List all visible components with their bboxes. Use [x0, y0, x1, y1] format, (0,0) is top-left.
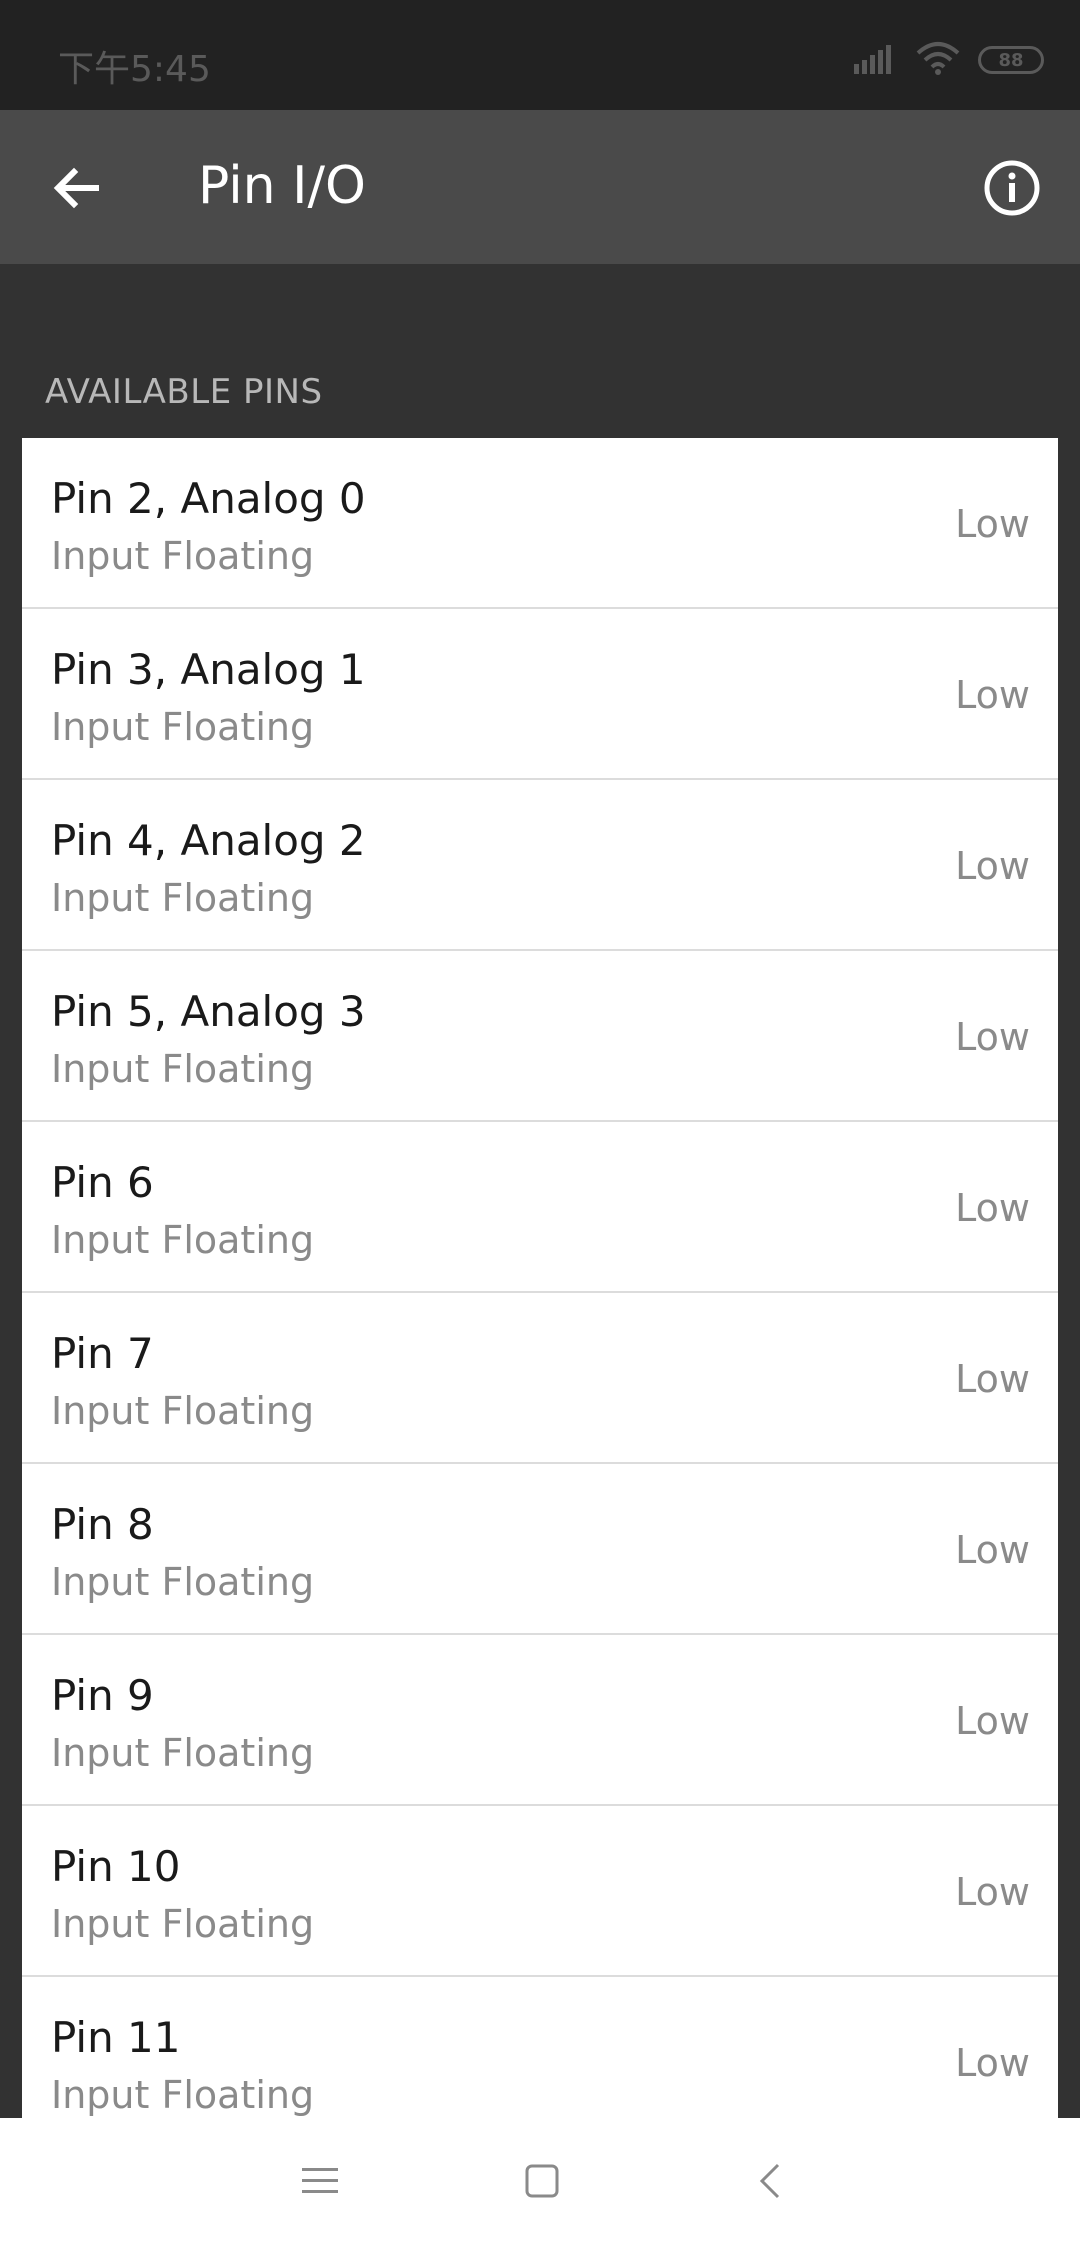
pin-state: Low: [955, 1186, 1030, 1230]
pin-list-item[interactable]: Pin 3, Analog 1 Input Floating Low: [22, 609, 1058, 780]
pin-list-item[interactable]: Pin 10 Input Floating Low: [22, 1806, 1058, 1977]
pin-state: Low: [955, 673, 1030, 717]
pin-title: Pin 7: [51, 1329, 154, 1378]
pin-list-item[interactable]: Pin 4, Analog 2 Input Floating Low: [22, 780, 1058, 951]
arrow-back-icon: [48, 160, 104, 220]
pin-state: Low: [955, 502, 1030, 546]
pin-state: Low: [955, 1015, 1030, 1059]
pin-mode: Input Floating: [51, 1731, 315, 1775]
pin-mode: Input Floating: [51, 1218, 315, 1262]
pin-title: Pin 2, Analog 0: [51, 474, 366, 523]
page-title: Pin I/O: [198, 156, 366, 216]
pin-mode: Input Floating: [51, 534, 315, 578]
pin-mode: Input Floating: [51, 876, 315, 920]
app-bar: Pin I/O: [0, 110, 1080, 264]
pin-state: Low: [955, 1870, 1030, 1914]
navigation-bar: [0, 2118, 1080, 2248]
pin-title: Pin 3, Analog 1: [51, 645, 366, 694]
info-icon: [982, 158, 1042, 222]
pin-list-item[interactable]: Pin 2, Analog 0 Input Floating Low: [22, 438, 1058, 609]
pin-list-item[interactable]: Pin 7 Input Floating Low: [22, 1293, 1058, 1464]
pin-title: Pin 11: [51, 2013, 181, 2062]
status-icons: 88: [854, 42, 1044, 78]
home-icon: [525, 2164, 559, 2202]
pin-mode: Input Floating: [51, 1389, 315, 1433]
menu-button[interactable]: [280, 2148, 360, 2218]
pin-state: Low: [955, 1699, 1030, 1743]
pin-state: Low: [955, 844, 1030, 888]
pin-title: Pin 10: [51, 1842, 181, 1891]
pin-title: Pin 6: [51, 1158, 154, 1207]
battery-icon: 88: [978, 46, 1044, 74]
pin-state: Low: [955, 1528, 1030, 1572]
info-button[interactable]: [972, 150, 1052, 230]
pin-list-item[interactable]: Pin 9 Input Floating Low: [22, 1635, 1058, 1806]
pin-title: Pin 9: [51, 1671, 154, 1720]
system-back-button[interactable]: [730, 2148, 810, 2218]
pin-state: Low: [955, 2041, 1030, 2085]
pin-title: Pin 4, Analog 2: [51, 816, 366, 865]
pin-mode: Input Floating: [51, 1560, 315, 1604]
pin-list-item[interactable]: Pin 6 Input Floating Low: [22, 1122, 1058, 1293]
home-button[interactable]: [502, 2148, 582, 2218]
pin-list-item[interactable]: Pin 5, Analog 3 Input Floating Low: [22, 951, 1058, 1122]
pin-list-item[interactable]: Pin 11 Input Floating Low: [22, 1977, 1058, 2118]
menu-icon: [302, 2166, 338, 2200]
section-header: AVAILABLE PINS: [45, 372, 323, 412]
back-button[interactable]: [36, 150, 116, 230]
pin-mode: Input Floating: [51, 705, 315, 749]
pin-mode: Input Floating: [51, 1047, 315, 1091]
status-bar: 下午5:45 88: [0, 0, 1080, 110]
pin-list: Pin 2, Analog 0 Input Floating Low Pin 3…: [22, 438, 1058, 2118]
pin-mode: Input Floating: [51, 2073, 315, 2117]
pin-mode: Input Floating: [51, 1902, 315, 1946]
signal-icon: [854, 42, 898, 78]
pin-title: Pin 5, Analog 3: [51, 987, 366, 1036]
pin-list-item[interactable]: Pin 8 Input Floating Low: [22, 1464, 1058, 1635]
back-icon: [758, 2161, 782, 2205]
pin-state: Low: [955, 1357, 1030, 1401]
status-time: 下午5:45: [58, 49, 211, 90]
wifi-icon: [916, 41, 960, 79]
pin-title: Pin 8: [51, 1500, 154, 1549]
